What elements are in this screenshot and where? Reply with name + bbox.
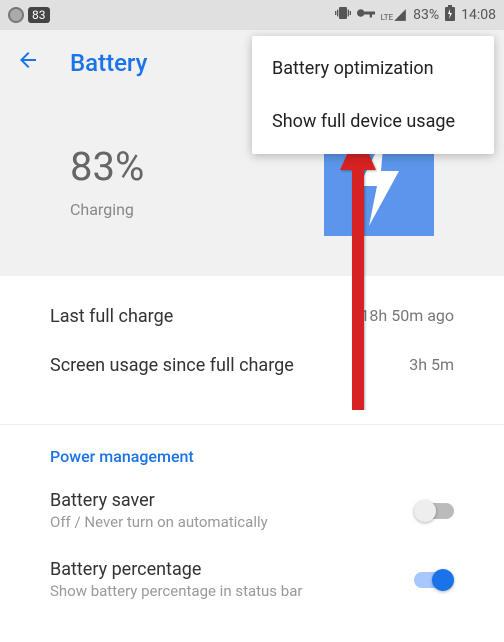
- battery-percentage-toggle[interactable]: [414, 572, 454, 588]
- battery-status: Charging: [70, 200, 144, 219]
- last-full-charge-row[interactable]: Last full charge 18h 50m ago: [50, 306, 454, 327]
- battery-percent: 83%: [70, 143, 144, 190]
- power-management-header: Power management: [0, 425, 504, 476]
- vibrate-icon: [335, 5, 351, 25]
- status-time: 14:08: [461, 7, 496, 23]
- screen-usage-label: Screen usage since full charge: [50, 355, 294, 376]
- battery-saver-row[interactable]: Battery saver Off / Never turn on automa…: [0, 476, 504, 545]
- notification-badge: 83: [28, 7, 50, 23]
- menu-show-full-device-usage[interactable]: Show full device usage: [252, 95, 494, 148]
- screen-usage-row[interactable]: Screen usage since full charge 3h 5m: [50, 355, 454, 376]
- battery-saver-sub: Off / Never turn on automatically: [50, 513, 268, 531]
- overflow-menu: Battery optimization Show full device us…: [252, 36, 494, 154]
- signal-lte-icon: LTE: [381, 8, 408, 22]
- key-icon: [357, 7, 375, 23]
- status-bar: 83 LTE 83% 14:08: [0, 0, 504, 30]
- page-title: Battery: [70, 49, 147, 77]
- battery-saver-title: Battery saver: [50, 490, 268, 511]
- battery-saver-toggle[interactable]: [414, 503, 454, 519]
- screen-usage-value: 3h 5m: [409, 355, 454, 376]
- back-arrow-icon[interactable]: [16, 48, 40, 78]
- battery-icon: [445, 5, 455, 25]
- menu-battery-optimization[interactable]: Battery optimization: [252, 42, 494, 95]
- last-charge-value: 18h 50m ago: [360, 306, 454, 327]
- last-charge-label: Last full charge: [50, 306, 173, 327]
- battery-stats: Last full charge 18h 50m ago Screen usag…: [0, 276, 504, 425]
- battery-percentage-sub: Show battery percentage in status bar: [50, 582, 302, 600]
- status-battery-pct: 83%: [413, 7, 439, 23]
- battery-percentage-title: Battery percentage: [50, 559, 302, 580]
- battery-percentage-row[interactable]: Battery percentage Show battery percenta…: [0, 545, 504, 614]
- record-icon: [8, 7, 24, 23]
